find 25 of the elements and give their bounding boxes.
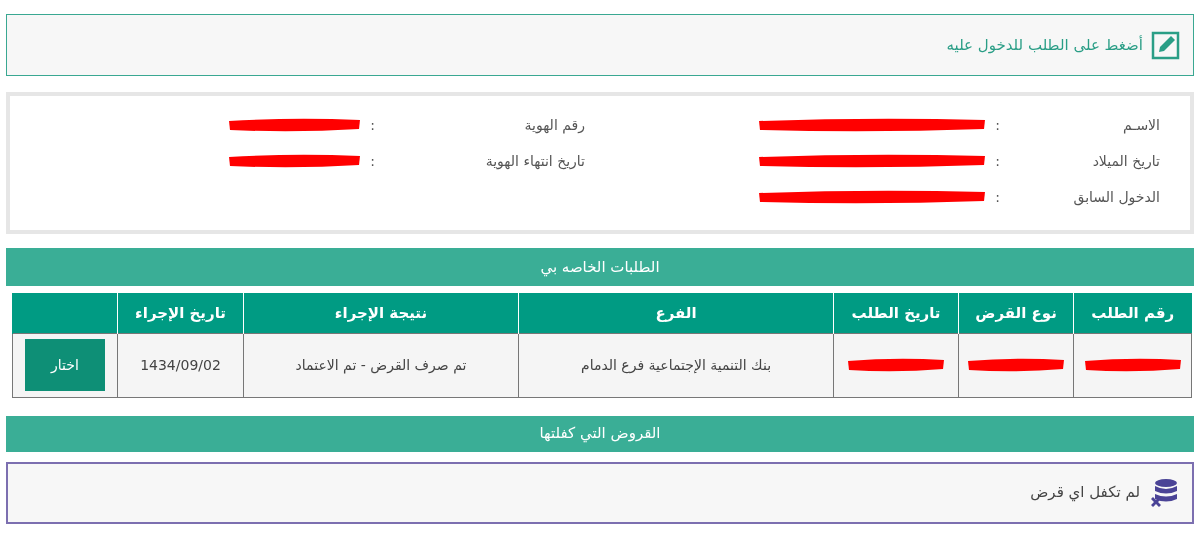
field-label: الاسـم — [1121, 115, 1160, 136]
table-cell: تم صرف القرض - تم الاعتماد — [243, 333, 519, 397]
field-label: تاريخ الميلاد — [1091, 151, 1160, 172]
table-cell: 1434/09/02 — [117, 333, 244, 397]
colon: : — [995, 187, 1000, 207]
colon: : — [995, 151, 1000, 171]
colon: : — [370, 151, 375, 171]
column-header: الفرع — [518, 293, 834, 333]
section-header: الطلبات الخاصه بي — [6, 248, 1194, 286]
column-header: نتيجة الإجراء — [243, 293, 519, 333]
field-label: الدخول السابق — [1072, 187, 1160, 208]
field-label: رقم الهوية — [523, 115, 585, 136]
colon: : — [370, 115, 375, 135]
edit-icon — [1151, 30, 1181, 60]
select-button[interactable]: اختار — [25, 339, 105, 391]
column-header: تاريخ الإجراء — [117, 293, 244, 333]
hint-text: أضغط على الطلب للدخول عليه — [946, 34, 1143, 56]
column-header: تاريخ الطلب — [833, 293, 959, 333]
colon: : — [995, 115, 1000, 135]
empty-message: لم تكفل اي قرض — [1030, 482, 1140, 504]
field-label: تاريخ انتهاء الهوية — [484, 151, 585, 172]
column-header: رقم الطلب — [1073, 293, 1192, 333]
column-header: نوع القرض — [958, 293, 1074, 333]
table-cell: بنك التنمية الإجتماعية فرع الدمام — [518, 333, 834, 397]
section-header: القروض التي كفلتها — [6, 415, 1194, 452]
